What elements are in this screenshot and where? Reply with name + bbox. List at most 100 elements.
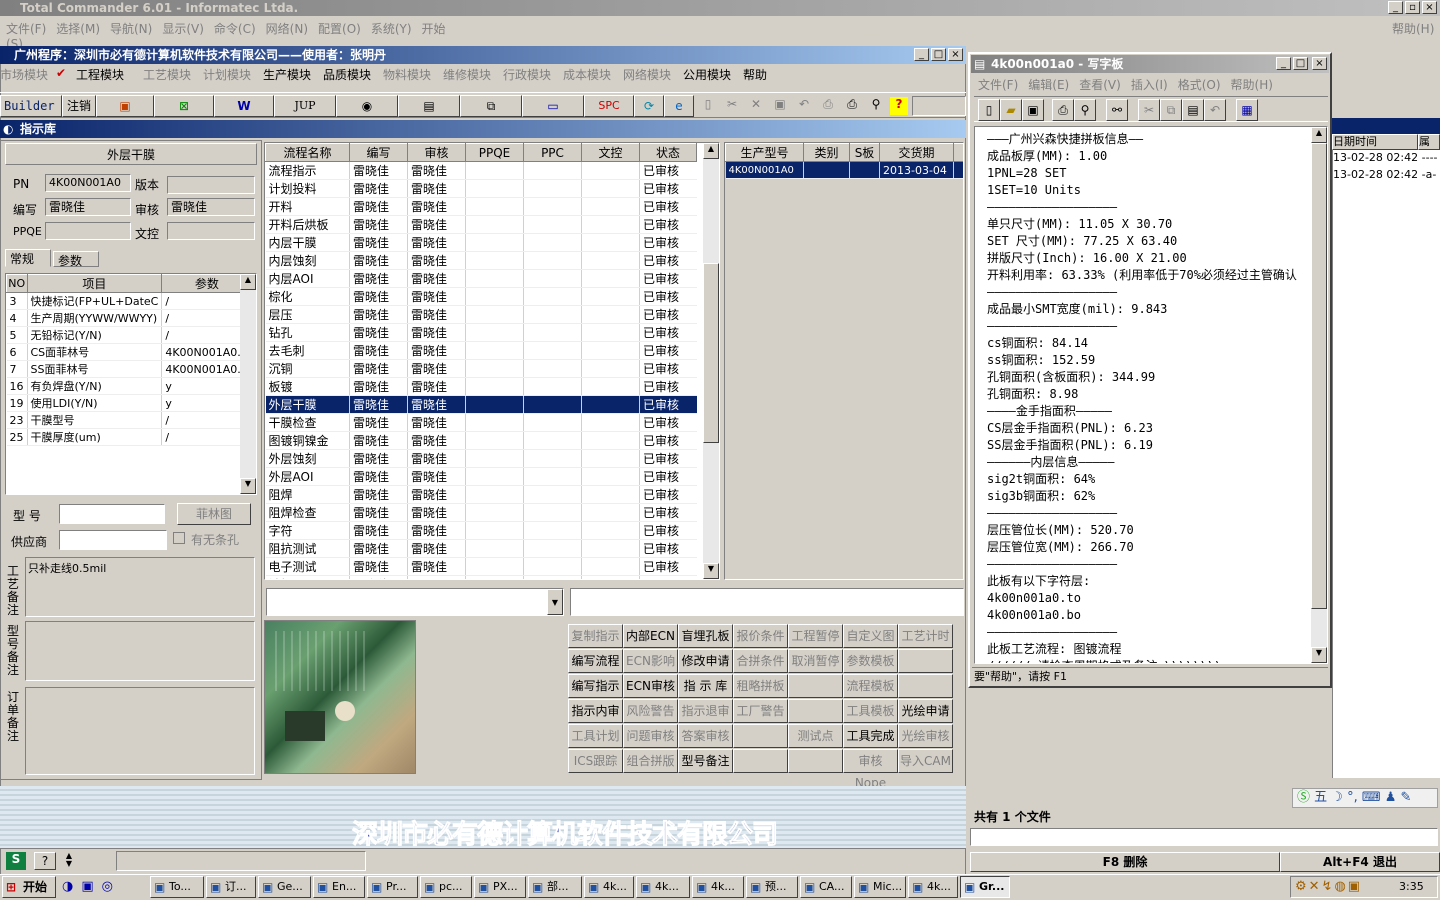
tc-menu-item[interactable]: 选择(M) (56, 22, 100, 36)
notepad-menu-item[interactable]: 插入(I) (1131, 78, 1168, 92)
ie-icon[interactable]: e (664, 95, 694, 117)
params-scrollbar[interactable]: ▲ ▼ (240, 274, 256, 494)
col-writer[interactable]: 编写 (349, 143, 408, 162)
function-button[interactable]: 问题审核 (623, 724, 678, 748)
print-icon[interactable]: ⎙ (842, 97, 862, 117)
find-icon[interactable]: ⚯ (1106, 99, 1128, 121)
table-row[interactable]: 16 有负焊盘(Y/N) y (6, 377, 253, 395)
function-button[interactable]: 流程模板 (843, 674, 898, 698)
col-reviewer[interactable]: 审核 (407, 143, 466, 162)
module-craft[interactable]: 工艺模块 (143, 66, 191, 83)
tc-altf4-exit-button[interactable]: Alt+F4 退出 (1280, 852, 1440, 872)
cut-icon[interactable]: ✂ (722, 97, 742, 117)
tc-col-attr[interactable]: 属 (1418, 134, 1440, 150)
notepad-close-button[interactable]: × (1312, 57, 1327, 70)
tray-icons[interactable]: ⚙✕↯◍▣ (1295, 879, 1362, 894)
help-icon[interactable]: ? (890, 97, 908, 115)
table-row[interactable]: 铣板雷晓佳 已回退 (265, 575, 697, 579)
col-ppqe[interactable]: PPQE (465, 143, 524, 162)
table-row[interactable]: 流程指示 雷晓佳 雷晓佳 已审核 (265, 161, 697, 180)
function-button[interactable]: 取消暂停 (788, 649, 843, 673)
taskbar-button[interactable]: ▣ 4k... (584, 876, 634, 898)
copy-icon[interactable]: ⧉ (1160, 99, 1182, 121)
taskbar-button[interactable]: ▣ 4k... (636, 876, 690, 898)
function-button[interactable]: ECN影响 (623, 649, 678, 673)
film-drawing-button[interactable]: 菲林图 (177, 503, 251, 525)
tc-minimize-button[interactable]: _ (1388, 1, 1403, 14)
module-help[interactable]: 帮助 (743, 66, 767, 83)
table-row[interactable]: 图镀铜镍金 雷晓佳 雷晓佳 已审核 (265, 431, 697, 450)
table-row[interactable]: 棕化 雷晓佳 雷晓佳 已审核 (265, 287, 697, 306)
table-row[interactable]: 沉铜 雷晓佳 雷晓佳 已审核 (265, 359, 697, 378)
tc-menu-item[interactable]: 导航(N) (110, 22, 152, 36)
function-button[interactable]: 导入CAM (898, 749, 953, 773)
tc-menu-item[interactable]: 文件(F) (6, 22, 46, 36)
table-row[interactable]: 阻抗测试 雷晓佳 雷晓佳 已审核 (265, 539, 697, 558)
tc-col-date[interactable]: 日期时间 (1332, 134, 1418, 150)
supplier-field[interactable] (59, 530, 167, 550)
function-button[interactable] (898, 649, 953, 673)
help-question-icon[interactable]: ? (34, 852, 56, 870)
preview-icon[interactable]: ⎙ (818, 97, 838, 117)
network-icon[interactable]: ⧉ (460, 95, 522, 117)
taskbar-button[interactable]: ▣ En... (313, 876, 365, 898)
notepad-minimize-button[interactable]: _ (1276, 57, 1291, 70)
table-row[interactable]: 开料 雷晓佳 雷晓佳 已审核 (265, 197, 697, 216)
col-doc[interactable]: 文控 (581, 143, 640, 162)
new-doc-icon[interactable]: ▯ (978, 99, 1000, 121)
function-button[interactable] (898, 674, 953, 698)
ime-icon[interactable]: S (6, 852, 26, 870)
ime-mode[interactable]: 五 (1314, 790, 1327, 805)
status-spinner[interactable]: ▲ ▼ (62, 852, 76, 870)
function-button[interactable] (788, 699, 843, 723)
taskbar-button[interactable]: ▣ 4k... (692, 876, 744, 898)
table-row[interactable]: 外层AOI 雷晓佳 雷晓佳 已审核 (265, 467, 697, 486)
function-button[interactable]: 修改申请 (678, 649, 733, 673)
table-row[interactable]: 7 SS面菲林号 4K00N001A0.SS (6, 360, 253, 378)
find-icon[interactable]: ⚲ (866, 97, 886, 117)
function-button[interactable]: 工程暂停 (788, 624, 843, 648)
table-row[interactable]: 3 快捷标记(FP+UL+DateC / (6, 292, 253, 310)
col-ppc[interactable]: PPC (523, 143, 582, 162)
ime-toolbar[interactable]: Ⓢ 五 ☽ °, ⌨ ♟ ✎ (1292, 788, 1438, 808)
tc-menu-item[interactable]: 命令(C) (214, 22, 256, 36)
function-button[interactable]: 工具模板 (843, 699, 898, 723)
taskbar-button[interactable]: ▣ Pr... (367, 876, 418, 898)
function-button[interactable]: 光绘审核 (898, 724, 953, 748)
writer-field[interactable]: 雷晓佳 (45, 198, 131, 216)
excel-icon[interactable]: ⊠ (154, 95, 214, 117)
version-field[interactable] (167, 176, 255, 194)
function-button[interactable]: 参数模板 (843, 649, 898, 673)
taskbar-button[interactable]: ▣ 4k... (908, 876, 958, 898)
function-button[interactable]: 工艺计时 (898, 624, 953, 648)
print-icon[interactable]: ⎙ (1052, 99, 1074, 121)
params-grid[interactable]: NO 项目 参数 3 快捷标记(FP+UL+DateC/4 生产周期(YYWW/WWYY… (5, 273, 257, 495)
notepad-text-area[interactable]: ———广州兴森快捷拼板信息—— 成品板厚(MM): 1.00 1PNL=28 SET… (974, 126, 1328, 664)
module-quality[interactable]: 品质模块 (323, 66, 371, 83)
notepad-menu-item[interactable]: 格式(O) (1178, 78, 1221, 92)
col-param[interactable]: 参数 (161, 274, 253, 293)
notepad-menu-item[interactable]: 帮助(H) (1231, 78, 1273, 92)
module-market[interactable]: 市场模块 (0, 66, 48, 83)
tc-menu-item[interactable]: 配置(O) (318, 22, 361, 36)
new-icon[interactable]: ▯ (698, 97, 718, 117)
module-plan[interactable]: 计划模块 (203, 66, 251, 83)
tc-menu-item[interactable]: 系统(Y) (371, 22, 412, 36)
undo-icon[interactable]: ↶ (794, 97, 814, 117)
col-no[interactable]: NO (6, 274, 28, 293)
tc-help-menu[interactable]: 帮助(H) (1392, 20, 1434, 37)
tc-f8-delete-button[interactable]: F8 删除 (970, 852, 1280, 872)
erp-maximize-button[interactable]: □ (931, 48, 946, 61)
function-button[interactable] (733, 749, 788, 773)
function-button[interactable]: 指示内审 (568, 699, 623, 723)
datetime-icon[interactable]: ▦ (1236, 99, 1258, 121)
module-engineering[interactable]: 工程模块 (76, 66, 124, 83)
function-button[interactable]: 复制指示 (568, 624, 623, 648)
function-button[interactable]: 组合拼版 (623, 749, 678, 773)
flow-combo[interactable]: ▼ (266, 588, 564, 616)
craft-note-field[interactable]: 只补走线0.5mil (25, 557, 255, 617)
tc-maximize-button[interactable]: ▫ (1405, 1, 1420, 14)
tc-file-row[interactable]: 13-02-28 02:42 ---- (1333, 151, 1438, 164)
clock[interactable]: 3:35 (1399, 880, 1424, 893)
save-icon[interactable]: ▣ (1022, 99, 1044, 121)
